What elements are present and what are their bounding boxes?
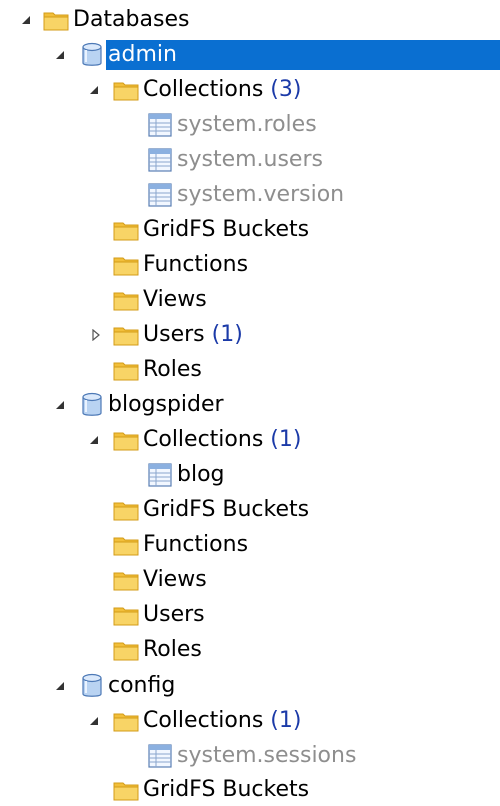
folder-icon (42, 6, 70, 34)
collections-label: Collections (143, 707, 264, 733)
folder-icon (112, 566, 140, 594)
tree-node-collection[interactable]: system.users (0, 142, 500, 177)
tree-node-views[interactable]: Views (0, 282, 500, 317)
collection-table-icon (146, 742, 174, 770)
tree-node-label: GridFS Buckets (143, 216, 310, 242)
tree-node-label: Roles (143, 356, 202, 382)
folder-icon (112, 426, 140, 454)
database-icon (78, 672, 106, 700)
tree-node-label: Functions (143, 531, 249, 557)
users-label: Users (143, 321, 205, 347)
folder-icon (112, 776, 140, 804)
expanded-arrow-icon[interactable] (52, 678, 68, 694)
tree-node-label: Views (143, 286, 207, 312)
tree-node-collections[interactable]: Collections (3) (0, 72, 500, 107)
tree-node-views[interactable]: Views (0, 562, 500, 597)
tree-node-label: Users (143, 601, 205, 627)
tree-node-collection[interactable]: system.version (0, 177, 500, 212)
collection-table-icon (146, 181, 174, 209)
users-count: (1) (211, 321, 243, 347)
folder-icon (112, 216, 140, 244)
expanded-arrow-icon[interactable] (86, 713, 102, 729)
object-explorer-tree: Databases admin Collections (3) system.r… (0, 0, 500, 806)
tree-node-label: Collections (1) (141, 706, 303, 736)
folder-icon (112, 76, 140, 104)
folder-icon (112, 321, 140, 349)
expanded-arrow-icon[interactable] (86, 432, 102, 448)
tree-node-collections[interactable]: Collections (1) (0, 422, 500, 457)
tree-node-label: Views (143, 566, 207, 592)
tree-node-label: blog (177, 461, 225, 487)
tree-node-database-config[interactable]: config (0, 668, 500, 703)
tree-node-functions[interactable]: Functions (0, 527, 500, 562)
tree-node-label: system.roles (177, 111, 317, 137)
folder-icon (112, 601, 140, 629)
folder-icon (112, 636, 140, 664)
tree-node-users[interactable]: Users (0, 597, 500, 632)
tree-node-users[interactable]: Users (1) (0, 317, 500, 352)
tree-node-label: GridFS Buckets (143, 496, 310, 522)
tree-node-collection[interactable]: system.roles (0, 107, 500, 142)
tree-node-label: GridFS Buckets (143, 776, 310, 802)
database-icon (78, 391, 106, 419)
collections-count: (3) (270, 76, 302, 102)
tree-node-label: system.users (177, 146, 323, 172)
folder-icon (112, 496, 140, 524)
tree-node-label: Functions (143, 251, 249, 277)
tree-node-collection[interactable]: system.sessions (0, 738, 500, 773)
expanded-arrow-icon[interactable] (86, 82, 102, 98)
collection-table-icon (146, 146, 174, 174)
collection-table-icon (146, 461, 174, 489)
folder-icon (112, 251, 140, 279)
tree-node-database-blogspider[interactable]: blogspider (0, 387, 500, 422)
collapsed-arrow-icon[interactable] (88, 327, 104, 343)
collections-count: (1) (270, 426, 302, 452)
tree-node-label: Collections (3) (141, 75, 303, 105)
tree-node-gridfs-buckets[interactable]: GridFS Buckets (0, 212, 500, 247)
expanded-arrow-icon[interactable] (52, 397, 68, 413)
folder-icon (112, 356, 140, 384)
tree-node-label: admin (106, 39, 500, 70)
tree-node-label: Roles (143, 636, 202, 662)
folder-icon (112, 707, 140, 735)
tree-node-collection[interactable]: blog (0, 457, 500, 492)
tree-node-functions[interactable]: Functions (0, 247, 500, 282)
folder-icon (112, 286, 140, 314)
tree-node-label: blogspider (108, 391, 224, 417)
collections-label: Collections (143, 76, 264, 102)
tree-node-databases[interactable]: Databases (0, 2, 500, 37)
tree-node-label: Collections (1) (141, 425, 303, 455)
tree-node-roles[interactable]: Roles (0, 352, 500, 387)
collections-label: Collections (143, 426, 264, 452)
expanded-arrow-icon[interactable] (18, 12, 34, 28)
tree-node-roles[interactable]: Roles (0, 632, 500, 667)
database-icon (78, 41, 106, 69)
tree-node-gridfs-buckets[interactable]: GridFS Buckets (0, 772, 500, 806)
collection-table-icon (146, 111, 174, 139)
expanded-arrow-icon[interactable] (52, 47, 68, 63)
tree-node-database-admin[interactable]: admin (0, 37, 500, 72)
tree-node-collections[interactable]: Collections (1) (0, 703, 500, 738)
tree-node-label: system.version (177, 181, 345, 207)
tree-node-label: Databases (73, 6, 190, 32)
tree-node-label: Users (1) (141, 320, 245, 350)
tree-node-gridfs-buckets[interactable]: GridFS Buckets (0, 492, 500, 527)
folder-icon (112, 531, 140, 559)
tree-node-label: system.sessions (177, 742, 357, 768)
tree-node-label: config (108, 672, 176, 698)
collections-count: (1) (270, 707, 302, 733)
